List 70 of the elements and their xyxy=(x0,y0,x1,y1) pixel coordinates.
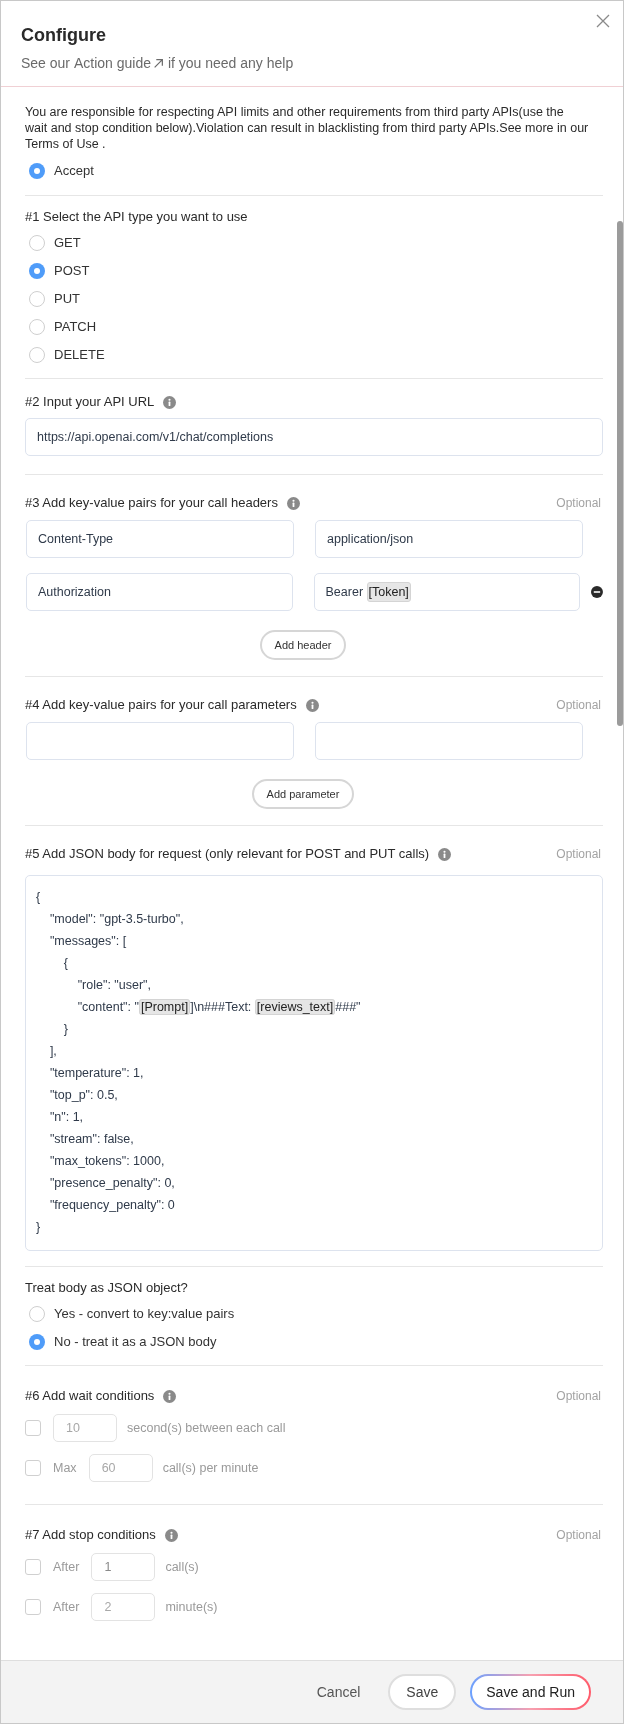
radio-button[interactable] xyxy=(29,319,45,335)
radio-label: GET xyxy=(54,234,81,253)
info-icon[interactable] xyxy=(163,395,177,409)
remove-icon[interactable] xyxy=(591,586,603,598)
radio-button[interactable] xyxy=(29,263,45,279)
close-icon xyxy=(596,14,610,28)
checkbox[interactable] xyxy=(25,1460,41,1476)
value-field[interactable]: Bearer [Token] xyxy=(313,573,581,611)
save-button[interactable]: Save xyxy=(388,1674,457,1710)
section-title: #7 Add stop conditions xyxy=(25,1526,156,1545)
optional-label: Optional xyxy=(556,1527,602,1544)
number-field[interactable]: 10 xyxy=(53,1414,117,1442)
info-icon[interactable] xyxy=(305,698,319,712)
radio-label: POST xyxy=(54,262,90,281)
section-title: #4 Add key-value pairs for your call parameters xyxy=(25,696,297,715)
section-title: Treat body as JSON object? xyxy=(25,1279,188,1298)
section-title: #2 Input your API URL xyxy=(25,393,155,412)
url-field[interactable]: https://api.openai.com/v1/chat/completions xyxy=(25,418,603,456)
radio-label: PATCH xyxy=(54,318,97,337)
condition-label: minute(s) xyxy=(165,1598,218,1616)
value-field[interactable]: application/json xyxy=(315,520,583,558)
condition-label: After xyxy=(53,1598,80,1616)
checkbox[interactable] xyxy=(25,1599,41,1615)
cancel-button[interactable]: Cancel xyxy=(302,1674,375,1710)
radio-button[interactable] xyxy=(29,163,45,179)
optional-label: Optional xyxy=(556,1388,602,1405)
radio-button[interactable] xyxy=(29,291,45,307)
terms-notice: You are responsible for respecting API limits and other requirements from third party APIs(use the wait and stop condition below).Violation can result in blacklisting from third party APIs.See more in our Terms of Use . xyxy=(25,104,590,152)
condition-label: Max xyxy=(53,1459,77,1477)
key-field[interactable]: Content-Type xyxy=(26,520,294,558)
radio-label: DELETE xyxy=(54,346,105,365)
value-field[interactable] xyxy=(315,722,583,760)
condition-label: After xyxy=(53,1558,80,1576)
radio-label: Yes - convert to key:value pairs xyxy=(54,1305,235,1324)
scrollbar-thumb[interactable] xyxy=(617,221,623,726)
radio-label: PUT xyxy=(54,290,80,309)
condition-label: call(s) per minute xyxy=(162,1459,259,1477)
number-field[interactable]: 2 xyxy=(91,1593,156,1621)
key-field[interactable] xyxy=(26,722,294,760)
checkbox[interactable] xyxy=(25,1559,41,1575)
dialog-subtitle: See our Action guide if you need any help xyxy=(21,53,603,74)
info-icon[interactable] xyxy=(438,847,452,861)
add-button[interactable]: Add parameter xyxy=(251,779,355,809)
radio-label: No - treat it as a JSON body xyxy=(54,1333,217,1352)
optional-label: Optional xyxy=(556,697,602,714)
number-field[interactable]: 60 xyxy=(88,1454,153,1482)
radio-label: Accept xyxy=(54,162,94,181)
optional-label: Optional xyxy=(556,846,602,863)
dialog-title: Configure xyxy=(21,24,107,47)
radio-button[interactable] xyxy=(29,347,45,363)
section-title: #1 Select the API type you want to use xyxy=(25,208,248,227)
condition-label: call(s) xyxy=(165,1558,199,1576)
save-and-run-button[interactable]: Save and Run xyxy=(470,1674,591,1710)
external-link-icon xyxy=(153,58,164,69)
info-icon[interactable] xyxy=(163,1389,177,1403)
section-title: #3 Add key-value pairs for your call headers xyxy=(25,494,278,513)
info-icon[interactable] xyxy=(286,496,300,510)
optional-label: Optional xyxy=(556,495,602,512)
radio-button[interactable] xyxy=(29,1334,45,1350)
radio-button[interactable] xyxy=(29,1306,45,1322)
checkbox[interactable] xyxy=(25,1420,41,1436)
json-body-editor[interactable]: { "model": "gpt-3.5-turbo", "messages": [ { "role": "user", "content": " [Prompt] ]\n###Text: [reviews_text] ###" } ], "temperature": 1, "top_p": 0.5, "n": 1, "stream": false, "max_tokens": 1000, "presence_penalty": 0, "frequency_penalty": 0 } xyxy=(25,875,603,1251)
key-field[interactable]: Authorization xyxy=(26,573,293,611)
radio-button[interactable] xyxy=(29,235,45,251)
section-title: #5 Add JSON body for request (only relevant for POST and PUT calls) xyxy=(25,845,430,864)
action-guide-link[interactable]: Action guide xyxy=(73,53,164,74)
info-icon[interactable] xyxy=(164,1528,178,1542)
add-button[interactable]: Add header xyxy=(259,630,347,660)
condition-label: second(s) between each call xyxy=(127,1419,286,1437)
section-title: #6 Add wait conditions xyxy=(25,1387,155,1406)
